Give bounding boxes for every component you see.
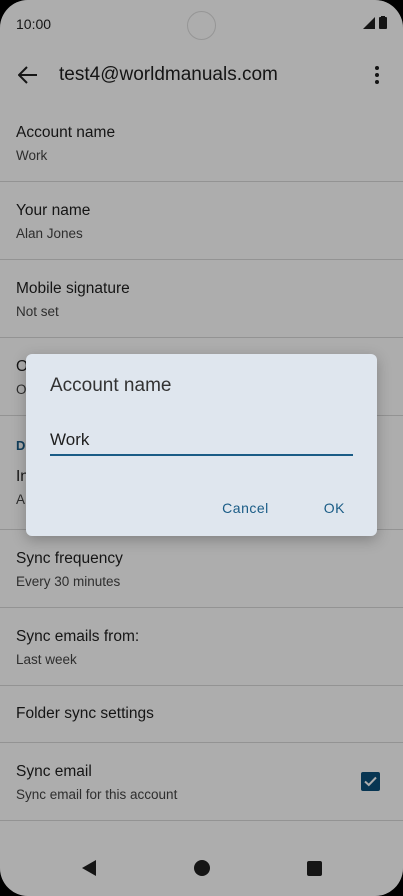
ok-button[interactable]: OK xyxy=(324,500,345,516)
dialog-title: Account name xyxy=(50,375,172,396)
cancel-button[interactable]: Cancel xyxy=(222,500,269,516)
phone-screen: 10:00 test4@worldmanuals.com Account nam… xyxy=(0,0,403,896)
account-name-input[interactable] xyxy=(50,426,353,456)
dialog-actions: Cancel OK xyxy=(222,500,345,516)
account-name-dialog: Account name Cancel OK xyxy=(26,354,377,536)
